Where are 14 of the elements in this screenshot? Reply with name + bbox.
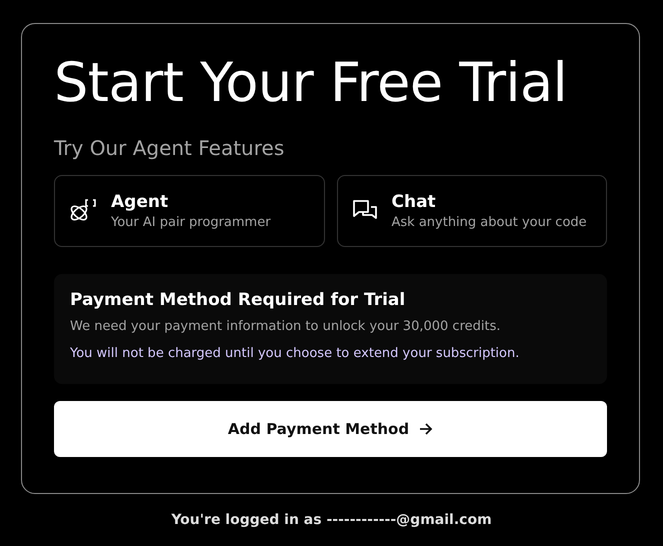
login-status: You're logged in as ------------@gmail.com bbox=[170, 512, 493, 528]
notice-note: You will not be charged until you choose to extend your subscription. bbox=[70, 346, 520, 361]
feature-description: Ask anything about your code bbox=[392, 215, 587, 230]
arrow-right-icon bbox=[419, 422, 434, 436]
notice-text: We need your payment information to unlock your 30,000 credits. bbox=[70, 319, 502, 334]
feature-card[interactable]: Chat Ask anything about your code bbox=[336, 175, 607, 247]
notice-heading: Payment Method Required for Trial bbox=[70, 290, 406, 310]
feature-description: Your AI pair programmer bbox=[111, 215, 271, 230]
page-title: Start Your Free Trial bbox=[54, 50, 568, 116]
feature-card[interactable]: Agent Your AI pair programmer bbox=[54, 175, 324, 247]
feature-title: Agent bbox=[111, 192, 170, 212]
add-payment-button[interactable]: Add Payment Method bbox=[54, 401, 607, 457]
feature-title: Chat bbox=[392, 192, 437, 212]
subtitle: Try Our Agent Features bbox=[54, 136, 286, 160]
